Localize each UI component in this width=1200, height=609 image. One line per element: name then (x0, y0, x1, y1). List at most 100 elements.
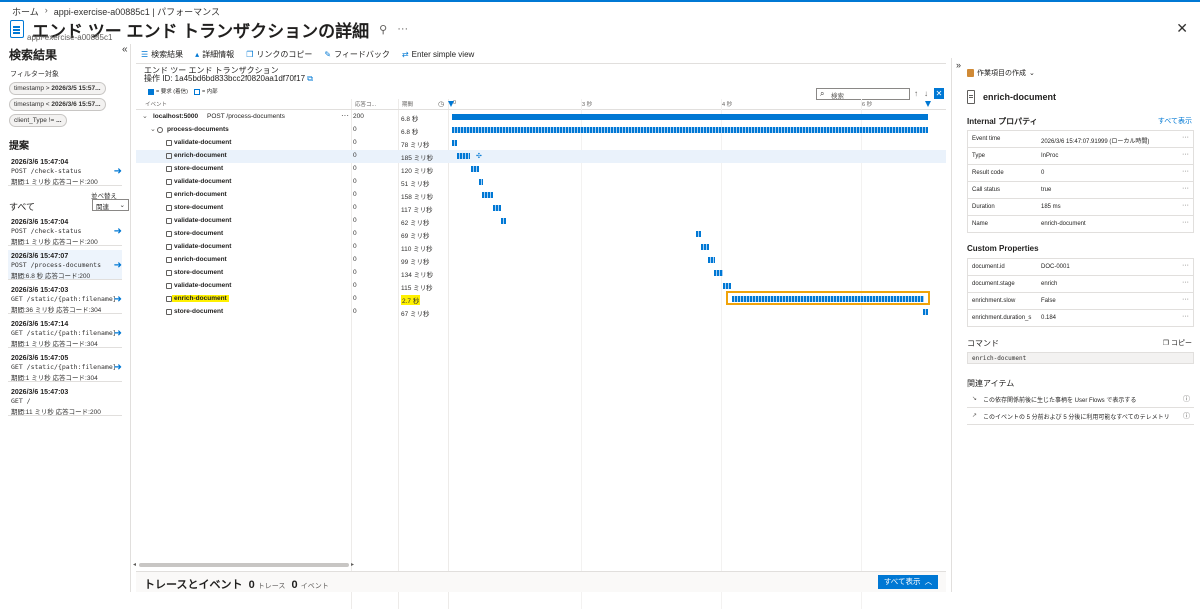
result-request: GET /static/{path:filename} (11, 363, 117, 371)
feedback-button[interactable]: ✎ フィードバック (324, 49, 390, 60)
horizontal-scrollbar[interactable] (139, 563, 349, 567)
timeline-bar[interactable] (471, 166, 479, 172)
collapse-icon[interactable]: ⌄ (142, 112, 148, 120)
result-item[interactable]: 2026/3/6 15:47:07 POST /process-document… (8, 250, 122, 280)
span-icon (166, 257, 172, 263)
copy-link-button[interactable]: ❐ リンクのコピー (246, 49, 312, 60)
timeline-bar[interactable] (482, 192, 493, 198)
filter-pill[interactable]: timestamp > 2026/3/5 15:57... (9, 82, 106, 95)
timeline-row[interactable]: validate-document 0 62 ミリ秒 (136, 215, 946, 228)
row-code: 200 (353, 113, 364, 120)
scroll-right-icon[interactable]: ▸ (351, 561, 354, 568)
copy-icon[interactable]: ⧉ (307, 74, 313, 83)
more-options-icon[interactable]: ··· (1182, 296, 1189, 303)
details-button[interactable]: ▴ 詳細情報 (195, 49, 234, 60)
filter-key: timestamp > (14, 85, 50, 92)
related-item[interactable]: ↗ このイベントの 5 分前および 5 分後に利用可能なすべてのテレメトリ ⓘ (967, 408, 1194, 425)
create-work-item-button[interactable]: 作業項目の作成 ⌄ (967, 68, 1035, 78)
more-options-icon[interactable]: ··· (397, 23, 408, 35)
details-title: enrich-document (967, 90, 1056, 104)
more-options-icon[interactable]: ··· (1182, 185, 1189, 192)
collapse-left-icon[interactable]: « (122, 44, 128, 55)
timeline-bar[interactable] (457, 153, 470, 159)
show-all-button[interactable]: すべて表示 ︿ (878, 575, 938, 589)
feedback-icon: ✎ (324, 49, 332, 59)
chart-icon: ▴ (195, 49, 200, 59)
timeline-bar[interactable] (696, 231, 701, 237)
result-item[interactable]: 2026/3/6 15:47:05 GET /static/{path:file… (8, 352, 122, 382)
result-item[interactable]: 2026/3/6 15:47:03 GET / 期間:11 ミリ秒 応答コード:… (8, 386, 122, 416)
timeline-row[interactable]: store-document 0 120 ミリ秒 (136, 163, 946, 176)
title-bar: エンド ツー エンド トランザクションの詳細 ⚲ ··· (10, 16, 1190, 42)
scroll-left-icon[interactable]: ◂ (133, 561, 136, 568)
row-name: store-document (174, 204, 224, 211)
more-options-icon[interactable]: ··· (1182, 219, 1189, 226)
timeline-row[interactable]: enrich-document 0 158 ミリ秒 (136, 189, 946, 202)
related-item[interactable]: ↘ この依存関係前後に生じた事柄を User Flows で表示する ⓘ (967, 391, 1194, 408)
traces-events-title: トレースとイベント (144, 579, 243, 591)
timeline-row[interactable]: enrich-document 0 185 ミリ秒 ✣ (136, 150, 946, 163)
timeline-bar[interactable] (708, 257, 715, 263)
result-datetime: 2026/3/6 15:47:07 (11, 253, 69, 260)
row-duration: 115 ミリ秒 (401, 285, 433, 292)
timeline-row[interactable]: store-document 0 69 ミリ秒 (136, 228, 946, 241)
timeline-bar[interactable] (923, 309, 928, 315)
span-icon (166, 283, 172, 289)
traces-events-summary: トレースとイベント 0 トレース 0 イベント (144, 576, 329, 592)
row-code: 0 (353, 139, 357, 146)
timeline-row[interactable]: validate-document 0 51 ミリ秒 (136, 176, 946, 189)
result-item[interactable]: 2026/3/6 15:47:03 GET /static/{path:file… (8, 284, 122, 314)
more-options-icon[interactable]: ··· (1182, 313, 1189, 320)
result-item[interactable]: 2026/3/6 15:47:04 POST /check-status 期間:… (8, 216, 122, 246)
timeline-row[interactable]: store-document 0 67 ミリ秒 (136, 306, 946, 319)
timeline-bar[interactable] (452, 140, 457, 146)
traces-events-bar: トレースとイベント 0 トレース 0 イベント すべて表示 ︿ (136, 571, 946, 592)
timeline-bar[interactable] (452, 114, 928, 120)
simple-view-button[interactable]: ⇄ Enter simple view (402, 50, 474, 59)
prop-row: enrichment.duration_s 0.184 ··· (967, 310, 1194, 327)
timeline-row[interactable]: enrich-document 0 99 ミリ秒 (136, 254, 946, 267)
prop-key: Event time (972, 136, 1001, 142)
arrow-down-icon[interactable]: ↓ (924, 89, 928, 98)
more-options-icon[interactable]: ··· (1182, 134, 1189, 141)
timeline-bar[interactable] (493, 205, 501, 211)
close-icon[interactable]: ✕ (1176, 20, 1188, 37)
suggested-result[interactable]: 2026/3/6 15:47:04 POST /check-status 期間:… (8, 156, 122, 186)
timeline-bar[interactable] (723, 283, 731, 289)
timeline-row[interactable]: store-document 0 117 ミリ秒 (136, 202, 946, 215)
timeline-row[interactable]: store-document 0 134 ミリ秒 (136, 267, 946, 280)
range-end-marker[interactable] (925, 101, 931, 107)
prop-key: document.id (972, 264, 1005, 270)
timeline-bar[interactable] (701, 244, 709, 250)
timeline-row[interactable]: validate-document 0 78 ミリ秒 (136, 137, 946, 150)
filter-pill[interactable]: client_Type != ... (9, 114, 67, 127)
more-options-icon[interactable]: ··· (1182, 151, 1189, 158)
more-options-icon[interactable]: ··· (341, 111, 349, 120)
button-label: 詳細情報 (202, 49, 235, 59)
timeline-bar[interactable] (479, 179, 483, 185)
range-start-marker[interactable] (448, 101, 454, 107)
suggest-heading: 提案 (9, 141, 29, 152)
timeline-bar[interactable] (714, 270, 723, 276)
more-options-icon[interactable]: ··· (1182, 262, 1189, 269)
pin-icon[interactable]: ⚲ (379, 23, 387, 36)
timeline-row[interactable]: ⌄ localhost:5000 POST /process-documents… (136, 111, 946, 124)
timeline-row[interactable]: validate-document 0 110 ミリ秒 (136, 241, 946, 254)
show-all-link[interactable]: すべて表示 (1158, 116, 1192, 126)
collapse-icon[interactable]: ⌄ (150, 125, 156, 133)
search-results-button[interactable]: ☰ 検索結果 (141, 49, 183, 60)
more-options-icon[interactable]: ··· (1182, 168, 1189, 175)
copy-command-button[interactable]: ❐ コピー (1163, 338, 1192, 348)
top-accent-line (0, 0, 1200, 2)
close-search-button[interactable]: ✕ (934, 88, 944, 99)
timeline-row[interactable]: ⌄ process-documents 0 6.8 秒 (136, 124, 946, 137)
timeline-bar[interactable] (501, 218, 506, 224)
filter-pill[interactable]: timestamp < 2026/3/6 15:57... (9, 98, 106, 111)
more-options-icon[interactable]: ··· (1182, 202, 1189, 209)
sort-select[interactable]: 関連 ⌄ (92, 199, 129, 211)
more-options-icon[interactable]: ··· (1182, 279, 1189, 286)
arrow-up-icon[interactable]: ↑ (914, 89, 918, 98)
row-name: validate-document (174, 217, 232, 224)
timeline-bar[interactable] (452, 127, 928, 133)
result-item[interactable]: 2026/3/6 15:47:14 GET /static/{path:file… (8, 318, 122, 348)
